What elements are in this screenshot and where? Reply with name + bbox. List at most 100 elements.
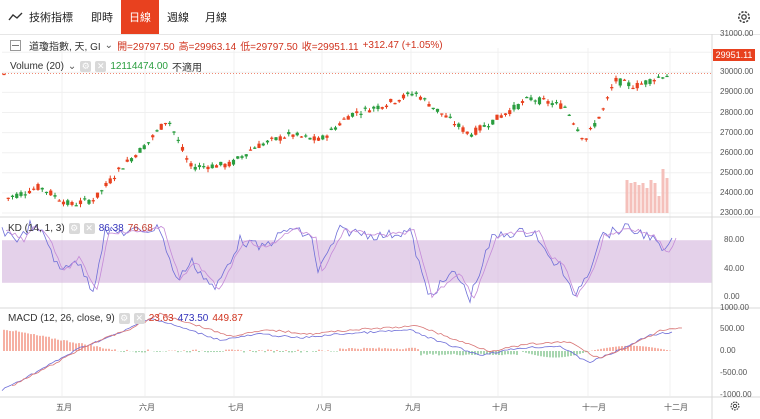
chevron-down-icon[interactable]: ⌄ xyxy=(68,61,76,72)
candle-body xyxy=(406,92,410,95)
x-axis-label: 七月 xyxy=(228,403,244,412)
k-value: 86.38 xyxy=(98,223,124,234)
volume-bar xyxy=(629,183,633,213)
candle-body xyxy=(227,161,231,167)
candle-body xyxy=(32,188,36,190)
candle-body xyxy=(652,80,656,82)
candle-body xyxy=(261,143,265,146)
collapse-icon[interactable] xyxy=(10,40,21,51)
macd-axis-label: -1000.00 xyxy=(720,389,752,399)
candle-body xyxy=(53,195,57,197)
volume-bar xyxy=(641,183,645,213)
candle-body xyxy=(66,200,70,205)
candle-body xyxy=(448,116,452,118)
candle-body xyxy=(435,108,440,112)
candle-body xyxy=(291,134,295,137)
candle-body xyxy=(176,139,180,142)
macd-plot xyxy=(1,312,683,391)
candle-body xyxy=(529,97,533,101)
volume-label[interactable]: Volume (20) xyxy=(10,61,64,72)
open-value: 開=29797.50 xyxy=(117,42,175,53)
price-axis-label: 29000.00 xyxy=(720,87,754,97)
candlesticks xyxy=(2,72,712,208)
gear-icon[interactable] xyxy=(729,400,741,412)
candle-body xyxy=(197,165,202,168)
candle-body xyxy=(329,128,333,131)
volume-na: 不適用 xyxy=(171,63,202,74)
tab-realtime[interactable]: 即時 xyxy=(83,0,121,34)
symbol-label[interactable]: 道瓊指數, 天, GI xyxy=(29,38,101,53)
candle-body xyxy=(563,106,567,108)
candle-body xyxy=(219,161,223,166)
tab-monthly[interactable]: 月線 xyxy=(197,0,235,34)
volume-bar xyxy=(657,196,661,213)
candle-body xyxy=(635,82,639,89)
candle-body xyxy=(601,108,605,110)
candle-body xyxy=(559,103,563,109)
candle-body xyxy=(185,158,189,160)
candle-body xyxy=(418,96,423,100)
tab-label: 週線 xyxy=(167,12,189,24)
candle-body xyxy=(346,116,350,120)
candle-body xyxy=(282,137,287,139)
candle-body xyxy=(542,98,546,100)
gear-icon[interactable] xyxy=(736,9,752,25)
candle-body xyxy=(661,77,665,79)
candle-body xyxy=(355,111,359,114)
kd-band xyxy=(2,240,712,283)
candle-body xyxy=(588,127,593,130)
candle-body xyxy=(644,80,648,85)
candle-body xyxy=(287,131,291,135)
macd-label[interactable]: MACD (12, 26, close, 9) xyxy=(8,313,115,324)
settings-icon[interactable]: ⚙ xyxy=(118,313,130,324)
candle-body xyxy=(40,187,44,190)
candle-body xyxy=(312,136,316,141)
candle-body xyxy=(74,205,78,207)
settings-icon[interactable]: ⚙ xyxy=(68,223,80,234)
chevron-down-icon[interactable]: ⌄ xyxy=(105,40,113,51)
candle-body xyxy=(576,129,580,132)
indicators-button[interactable]: 技術指標 xyxy=(0,0,83,34)
candle-body xyxy=(597,116,601,119)
indicators-icon xyxy=(8,12,23,21)
candle-body xyxy=(618,78,622,86)
tab-weekly[interactable]: 週線 xyxy=(159,0,197,34)
macd-legend: MACD (12, 26, close, 9) ⚙ ✕ 23.63 473.50… xyxy=(8,313,243,324)
tab-daily[interactable]: 日線 xyxy=(121,0,159,34)
candle-body xyxy=(70,202,74,205)
candle-body xyxy=(202,166,206,168)
close-icon[interactable]: ✕ xyxy=(83,223,95,234)
price-axis-label: 26000.00 xyxy=(720,147,754,157)
close-icon[interactable]: ✕ xyxy=(133,313,145,324)
candle-body xyxy=(410,93,414,96)
candle-body xyxy=(304,135,308,137)
settings-icon[interactable]: ⚙ xyxy=(80,61,92,72)
candle-body xyxy=(363,107,367,109)
candle-body xyxy=(333,127,338,130)
candle-body xyxy=(27,190,32,194)
candle-body xyxy=(100,190,104,192)
close-icon[interactable]: ✕ xyxy=(95,61,107,72)
volume-bar xyxy=(661,169,665,213)
candle-body xyxy=(236,156,240,159)
price-axis-label: 23000.00 xyxy=(720,208,754,217)
candle-body xyxy=(444,115,448,118)
signal-value: 449.87 xyxy=(212,313,243,324)
candle-body xyxy=(367,110,372,113)
candle-body xyxy=(308,137,312,140)
x-axis-label: 八月 xyxy=(316,403,332,412)
candle-body xyxy=(499,115,503,118)
volume-value: 12114474.00 xyxy=(110,61,168,72)
candle-body xyxy=(512,104,516,110)
hist-value: 23.63 xyxy=(148,313,174,324)
candle-body xyxy=(593,123,597,127)
kd-label[interactable]: KD (14, 1, 3) xyxy=(8,223,65,234)
change-value: +312.47 (+1.05%) xyxy=(362,40,443,51)
candle-body xyxy=(461,127,465,132)
x-axis-label: 九月 xyxy=(405,403,421,412)
macd-axis-label: 0.00 xyxy=(720,346,736,355)
candle-body xyxy=(265,140,270,143)
candle-body xyxy=(508,110,512,115)
candle-body xyxy=(274,137,278,141)
candle-body xyxy=(474,127,478,135)
